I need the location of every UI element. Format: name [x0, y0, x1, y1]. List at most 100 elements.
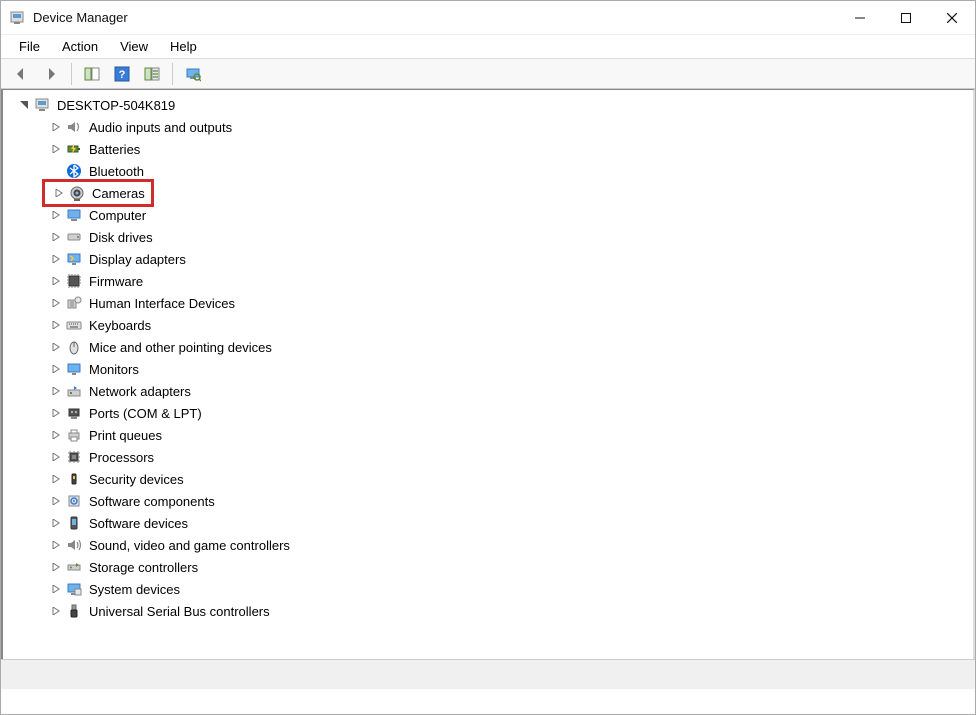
- tree-category-node[interactable]: Universal Serial Bus controllers: [45, 600, 276, 622]
- tree-category-label: Cameras: [92, 186, 151, 201]
- expand-icon[interactable]: [49, 604, 63, 618]
- tree-category-node[interactable]: Software components: [45, 490, 221, 512]
- expand-icon[interactable]: [49, 384, 63, 398]
- mouse-icon: [65, 338, 83, 356]
- bluetooth-icon: [65, 162, 83, 180]
- menu-view[interactable]: View: [110, 37, 158, 56]
- tree-category-node[interactable]: Processors: [45, 446, 160, 468]
- tree-category-label: Keyboards: [89, 318, 157, 333]
- storage-icon: [65, 558, 83, 576]
- tree-category-node[interactable]: Cameras: [48, 182, 151, 204]
- menu-action[interactable]: Action: [52, 37, 108, 56]
- expand-icon[interactable]: [52, 186, 66, 200]
- tree-category-node[interactable]: System devices: [45, 578, 186, 600]
- maximize-button[interactable]: [883, 1, 929, 35]
- expand-icon[interactable]: [49, 230, 63, 244]
- expand-icon[interactable]: [49, 296, 63, 310]
- expand-icon[interactable]: [49, 538, 63, 552]
- expand-icon[interactable]: [49, 208, 63, 222]
- tree-category-node[interactable]: Human Interface Devices: [45, 292, 241, 314]
- expand-icon[interactable]: [49, 120, 63, 134]
- sound-icon: [65, 536, 83, 554]
- app-icon: [9, 10, 25, 26]
- swcomp-icon: [65, 492, 83, 510]
- expand-icon[interactable]: [49, 494, 63, 508]
- properties-button[interactable]: [138, 61, 166, 87]
- menubar: File Action View Help: [1, 35, 975, 59]
- tree-category-node[interactable]: Monitors: [45, 358, 145, 380]
- tree-category-label: Human Interface Devices: [89, 296, 241, 311]
- tree-category-node[interactable]: Network adapters: [45, 380, 197, 402]
- tree-category-label: Mice and other pointing devices: [89, 340, 278, 355]
- expand-icon[interactable]: [49, 252, 63, 266]
- tree-category-node[interactable]: Print queues: [45, 424, 168, 446]
- expand-icon[interactable]: [49, 274, 63, 288]
- tree-category-label: Batteries: [89, 142, 146, 157]
- speaker-icon: [65, 118, 83, 136]
- scan-hardware-button[interactable]: [179, 61, 207, 87]
- expand-icon[interactable]: [49, 560, 63, 574]
- tree-category-label: Print queues: [89, 428, 168, 443]
- tree-category-node[interactable]: Batteries: [45, 138, 146, 160]
- swdev-icon: [65, 514, 83, 532]
- firmware-icon: [65, 272, 83, 290]
- expand-icon[interactable]: [49, 472, 63, 486]
- expand-icon[interactable]: [49, 406, 63, 420]
- tree-category-label: Computer: [89, 208, 152, 223]
- statusbar: [1, 659, 975, 689]
- back-button[interactable]: [7, 61, 35, 87]
- battery-icon: [65, 140, 83, 158]
- toolbar-separator: [172, 63, 173, 85]
- tree-category-node[interactable]: Computer: [45, 204, 152, 226]
- tree-category-node[interactable]: Sound, video and game controllers: [45, 534, 296, 556]
- tree-category-node[interactable]: Ports (COM & LPT): [45, 402, 208, 424]
- expand-icon[interactable]: [49, 340, 63, 354]
- tree-category-label: Software components: [89, 494, 221, 509]
- tree-category-label: Monitors: [89, 362, 145, 377]
- tree-category-node[interactable]: Software devices: [45, 512, 194, 534]
- tree-category-node[interactable]: Storage controllers: [45, 556, 204, 578]
- tree-category-node[interactable]: Security devices: [45, 468, 190, 490]
- expanded-icon[interactable]: [17, 98, 31, 112]
- display-icon: [65, 250, 83, 268]
- expand-icon[interactable]: [49, 582, 63, 596]
- expand-icon[interactable]: [49, 450, 63, 464]
- tree-root-node[interactable]: DESKTOP-504K819: [13, 94, 971, 116]
- window-controls: [837, 1, 975, 34]
- minimize-button[interactable]: [837, 1, 883, 35]
- tree-category-node[interactable]: Audio inputs and outputs: [45, 116, 238, 138]
- window-title: Device Manager: [33, 10, 128, 25]
- tree-category-node[interactable]: Display adapters: [45, 248, 192, 270]
- camera-icon: [68, 184, 86, 202]
- expand-icon[interactable]: [49, 164, 63, 178]
- tree-category-node[interactable]: Disk drives: [45, 226, 159, 248]
- tree-category-node[interactable]: Firmware: [45, 270, 149, 292]
- system-icon: [65, 580, 83, 598]
- toolbar-separator: [71, 63, 72, 85]
- printer-icon: [65, 426, 83, 444]
- close-button[interactable]: [929, 1, 975, 35]
- menu-file[interactable]: File: [9, 37, 50, 56]
- network-icon: [65, 382, 83, 400]
- security-icon: [65, 470, 83, 488]
- toolbar: ?: [1, 59, 975, 89]
- show-hide-console-tree-button[interactable]: [78, 61, 106, 87]
- expand-icon[interactable]: [49, 142, 63, 156]
- tree-category-label: Display adapters: [89, 252, 192, 267]
- computer-icon: [65, 206, 83, 224]
- tree-category-label: Processors: [89, 450, 160, 465]
- expand-icon[interactable]: [49, 516, 63, 530]
- forward-button[interactable]: [37, 61, 65, 87]
- menu-help[interactable]: Help: [160, 37, 207, 56]
- expand-icon[interactable]: [49, 318, 63, 332]
- expand-icon[interactable]: [49, 362, 63, 376]
- tree-category-node[interactable]: Keyboards: [45, 314, 157, 336]
- svg-text:?: ?: [119, 69, 126, 81]
- tree-category-label: Storage controllers: [89, 560, 204, 575]
- tree-category-node[interactable]: Mice and other pointing devices: [45, 336, 278, 358]
- help-button[interactable]: ?: [108, 61, 136, 87]
- device-tree[interactable]: DESKTOP-504K819 Audio inputs and outputs…: [1, 89, 975, 659]
- expand-icon[interactable]: [49, 428, 63, 442]
- titlebar: Device Manager: [1, 1, 975, 35]
- tree-category-label: System devices: [89, 582, 186, 597]
